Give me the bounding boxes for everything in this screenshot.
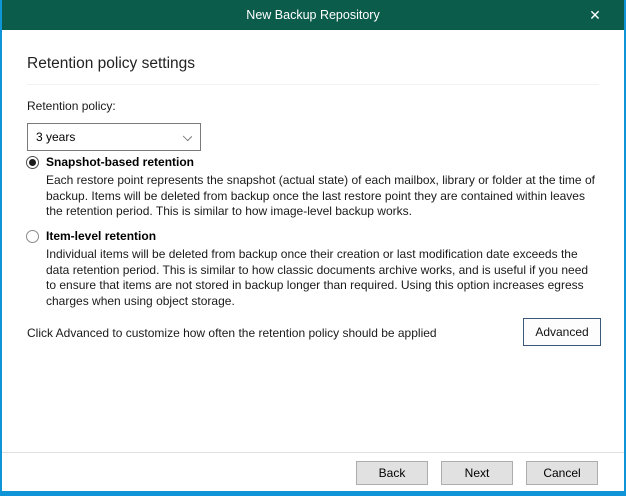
next-button[interactable]: Next — [441, 461, 513, 485]
retention-policy-selected-value: 3 years — [36, 130, 75, 144]
option-item-level-label: Item-level retention — [46, 229, 156, 243]
advanced-hint-text: Click Advanced to customize how often th… — [27, 326, 437, 340]
radio-unselected-icon[interactable] — [26, 230, 39, 243]
cancel-button[interactable]: Cancel — [526, 461, 598, 485]
chevron-down-icon — [183, 132, 192, 141]
option-item-level-description: Individual items will be deleted from ba… — [46, 247, 598, 309]
close-icon[interactable]: ✕ — [578, 0, 612, 30]
page-title: Retention policy settings — [27, 55, 195, 73]
window-title: New Backup Repository — [246, 8, 379, 22]
retention-policy-dropdown[interactable]: 3 years — [27, 123, 201, 151]
option-snapshot-based-label: Snapshot-based retention — [46, 155, 194, 169]
titlebar: New Backup Repository ✕ — [0, 0, 626, 30]
retention-policy-label: Retention policy: — [27, 99, 116, 113]
new-backup-repository-dialog: New Backup Repository ✕ Retention policy… — [0, 0, 626, 496]
option-snapshot-based[interactable]: Snapshot-based retention — [26, 155, 194, 169]
back-button[interactable]: Back — [356, 461, 428, 485]
radio-selected-icon[interactable] — [26, 156, 39, 169]
footer-divider — [2, 452, 624, 453]
option-snapshot-based-description: Each restore point represents the snapsh… — [46, 173, 598, 220]
header-divider — [27, 84, 599, 85]
option-item-level[interactable]: Item-level retention — [26, 229, 156, 243]
advanced-button[interactable]: Advanced — [523, 318, 601, 346]
